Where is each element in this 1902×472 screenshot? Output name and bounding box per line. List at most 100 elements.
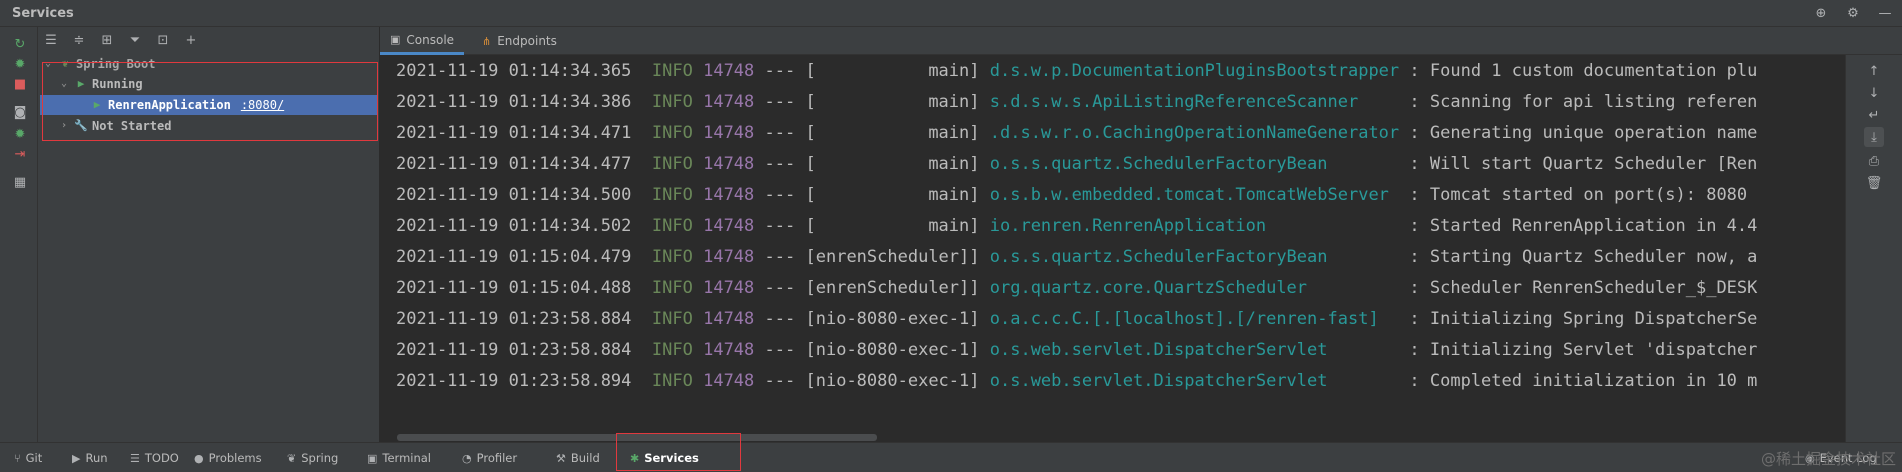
tab-endpoints[interactable]: ⋔ Endpoints [472,27,567,55]
tool-tab-terminal[interactable]: ▣ Terminal [367,449,431,467]
tool-tab-profiler[interactable]: ◔ Profiler [462,449,517,467]
log-timestamp: 2021-11-19 01:14:34.500 [396,185,632,205]
tool-tab-run[interactable]: ▶ Run [72,449,108,467]
log-logger: s.d.s.w.s.ApiListingReferenceScanner [989,92,1400,112]
log-separator: --- [764,185,796,205]
log-message: : Tomcat started on port(s): 8080 [1409,185,1748,205]
console-output[interactable]: 2021-11-19 01:14:34.365 INFO 14748 --- [… [380,55,1845,442]
log-thread: [enrenScheduler]] [805,278,980,298]
trash-icon[interactable]: 🗑 [1864,173,1884,193]
log-pid: 14748 [703,278,755,298]
exit-icon[interactable]: ⇥ [11,145,29,163]
tool-tab-label: Terminal [382,451,432,465]
log-timestamp: 2021-11-19 01:14:34.502 [396,216,632,236]
tab-label: Endpoints [497,34,557,48]
log-timestamp: 2021-11-19 01:14:34.477 [396,154,632,174]
log-separator: --- [764,123,796,143]
log-level: INFO [651,247,693,267]
tool-tab-label: Run [85,451,108,465]
log-separator: --- [764,92,796,112]
log-timestamp: 2021-11-19 01:23:58.894 [396,371,632,391]
layout-icon[interactable]: ▦ [11,173,29,191]
log-message: : Completed initialization in 10 m [1409,371,1758,391]
tool-tab-label: Profiler [476,451,518,465]
log-logger: .d.s.w.r.o.CachingOperationNameGenerator [989,123,1400,143]
debug-icon[interactable]: ✹ [11,55,29,73]
tool-tab-todo[interactable]: ☰ TODO [130,449,179,467]
gear-icon[interactable]: ⚙ [1844,4,1862,22]
log-level: INFO [651,309,693,329]
log-level: INFO [651,123,693,143]
log-pid: 14748 [703,340,755,360]
git-icon: ⑂ [14,451,21,465]
tree-highlight-box [42,62,378,141]
window-title: Services [12,6,74,21]
services-tab-highlight-box [616,433,741,471]
tool-tab-problems[interactable]: ● Problems [194,449,262,467]
log-timestamp: 2021-11-19 01:15:04.479 [396,247,632,267]
log-line: 2021-11-19 01:14:34.365 INFO 14748 --- [… [396,56,1757,87]
console-right-toolbar: ↑ ↓ ↵ ⤓ ⎙ 🗑 [1845,55,1902,442]
log-level: INFO [651,154,693,174]
title-bar: Services ⊕ ⚙ — [0,0,1902,27]
new-tab-icon[interactable]: ⊡ [154,32,172,50]
log-logger: o.s.web.servlet.DispatcherServlet [989,340,1400,360]
log-level: INFO [651,340,693,360]
filter-icon[interactable]: ⏷ [126,32,144,50]
log-message: : Generating unique operation name [1409,123,1758,143]
stop-icon[interactable]: ■ [11,75,29,93]
log-separator: --- [764,340,796,360]
rerun-icon[interactable]: ↻ [11,35,29,53]
log-pid: 14748 [703,216,755,236]
log-thread: [ main] [805,61,980,81]
build-icon: ⚒ [556,451,566,465]
collapse-all-icon[interactable]: ≑ [70,32,88,50]
log-timestamp: 2021-11-19 01:23:58.884 [396,309,632,329]
services-left-toolbar: ↻ ✹ ■ ◙ ✹ ⇥ ▦ [0,27,38,442]
log-separator: --- [764,278,796,298]
add-icon[interactable]: + [182,32,200,50]
run-icon: ▶ [72,451,81,465]
console-tabs: ▣ Console ⋔ Endpoints [380,27,1902,55]
tool-tab-label: Build [570,451,600,465]
tool-tab-git[interactable]: ⑂ Git [14,449,42,467]
tab-console[interactable]: ▣ Console [380,27,465,55]
log-logger: o.s.b.w.embedded.tomcat.TomcatWebServer [989,185,1400,205]
tool-tab-label: Spring [301,451,339,465]
scroll-up-icon[interactable]: ↑ [1864,61,1884,81]
log-thread: [nio-8080-exec-1] [805,309,980,329]
scroll-to-end-icon[interactable]: ⤓ [1864,127,1884,147]
log-level: INFO [651,216,693,236]
log-pid: 14748 [703,371,755,391]
log-message: : Initializing Servlet 'dispatcher [1409,340,1758,360]
tool-tab-label: Problems [208,451,262,465]
expand-all-icon[interactable]: ☰ [42,32,60,50]
camera-icon[interactable]: ◙ [11,103,29,121]
minimize-icon[interactable]: — [1876,4,1894,22]
todo-icon: ☰ [130,451,140,465]
problems-icon: ● [194,451,204,465]
tool-tab-build[interactable]: ⚒ Build [556,449,600,467]
log-message: : Starting Quartz Scheduler now, a [1409,247,1758,267]
crosshair-icon[interactable]: ⊕ [1812,4,1830,22]
log-pid: 14748 [703,92,755,112]
log-thread: [ main] [805,92,980,112]
log-pid: 14748 [703,61,755,81]
log-thread: [enrenScheduler]] [805,247,980,267]
log-thread: [ main] [805,123,980,143]
log-pid: 14748 [703,309,755,329]
log-separator: --- [764,309,796,329]
attach-debugger-icon[interactable]: ✹ [11,125,29,143]
watermark: @稀土掘金技术社区 [1760,450,1896,468]
tool-tab-spring[interactable]: ❦ Spring [287,449,338,467]
print-icon[interactable]: ⎙ [1864,151,1884,171]
scroll-down-icon[interactable]: ↓ [1864,83,1884,103]
log-line: 2021-11-19 01:15:04.488 INFO 14748 --- [… [396,273,1757,304]
log-thread: [nio-8080-exec-1] [805,340,980,360]
soft-wrap-icon[interactable]: ↵ [1864,105,1884,125]
terminal-icon: ▣ [367,451,378,465]
log-message: : Started RenrenApplication in 4.4 [1409,216,1758,236]
log-timestamp: 2021-11-19 01:23:58.884 [396,340,632,360]
log-timestamp: 2021-11-19 01:15:04.488 [396,278,632,298]
group-icon[interactable]: ⊞ [98,32,116,50]
